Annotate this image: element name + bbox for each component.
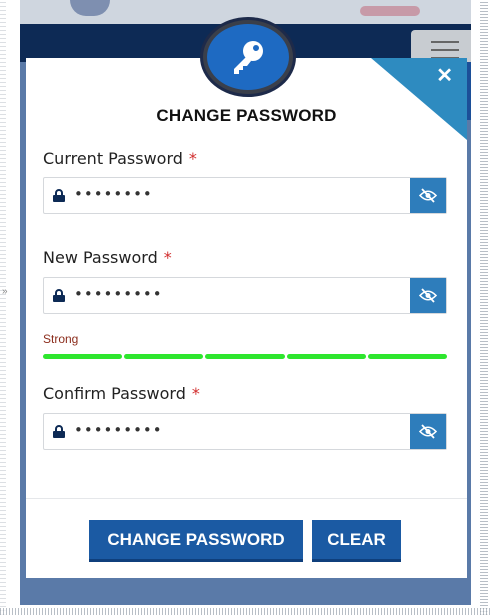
confirm-password-input[interactable]: •••••••••	[74, 421, 163, 439]
change-password-modal: ✕	[26, 58, 467, 578]
eye-slash-icon	[419, 188, 437, 203]
toggle-visibility-button[interactable]	[410, 278, 446, 313]
footer-divider	[26, 498, 467, 499]
confirm-password-label-text: Confirm Password	[43, 384, 186, 403]
eye-slash-icon	[419, 288, 437, 303]
lock-icon	[53, 289, 65, 302]
page-edge-left	[0, 0, 6, 615]
strength-label: Strong	[43, 332, 79, 346]
key-badge	[203, 20, 293, 94]
strength-segment	[205, 354, 285, 359]
new-password-label: New Password *	[43, 248, 172, 267]
resize-arrow-icon: »	[2, 286, 8, 297]
current-password-label-text: Current Password	[43, 149, 183, 168]
confirm-password-field[interactable]: •••••••••	[43, 413, 447, 450]
close-icon[interactable]: ✕	[436, 66, 453, 86]
change-password-button[interactable]: CHANGE PASSWORD	[89, 520, 303, 562]
strength-segment	[286, 354, 366, 359]
app-footer	[20, 578, 471, 605]
page-edge-right	[480, 0, 488, 615]
strength-segment	[367, 354, 448, 359]
eye-slash-icon	[419, 424, 437, 439]
required-marker: *	[191, 384, 200, 403]
strength-segment	[43, 354, 123, 359]
banner-graphic-right	[360, 6, 420, 16]
clear-button[interactable]: CLEAR	[312, 520, 401, 562]
lock-icon	[53, 189, 65, 202]
lock-icon	[53, 425, 65, 438]
modal-title: CHANGE PASSWORD	[156, 106, 337, 125]
strength-meter	[43, 354, 448, 359]
confirm-password-label: Confirm Password *	[43, 384, 200, 403]
screen: » ✕ CHANGE PASSWORD Current Password * ••…	[0, 0, 491, 615]
page-edge-bottom	[0, 608, 491, 615]
new-password-field[interactable]: •••••••••	[43, 277, 447, 314]
new-password-label-text: New Password	[43, 248, 158, 267]
key-icon	[234, 41, 263, 74]
strength-segment	[124, 354, 204, 359]
current-password-input[interactable]: ••••••••	[74, 185, 153, 203]
required-marker: *	[188, 149, 197, 168]
current-password-field[interactable]: ••••••••	[43, 177, 447, 214]
new-password-input[interactable]: •••••••••	[74, 285, 163, 303]
current-password-label: Current Password *	[43, 149, 197, 168]
toggle-visibility-button[interactable]	[410, 414, 446, 449]
toggle-visibility-button[interactable]	[410, 178, 446, 213]
banner-graphic-left	[70, 0, 110, 16]
required-marker: *	[163, 248, 172, 267]
